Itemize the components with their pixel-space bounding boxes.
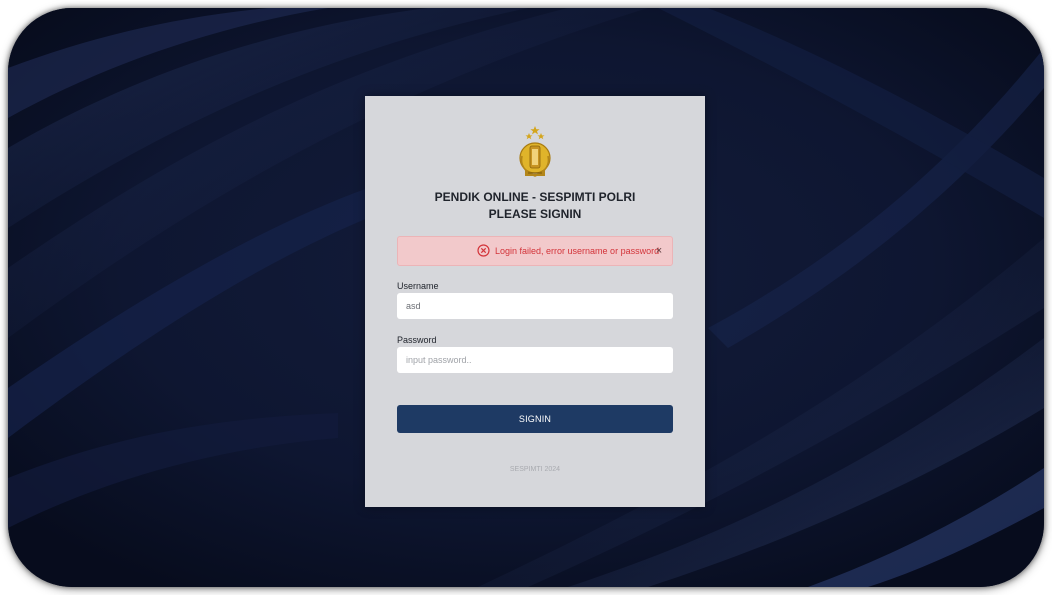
username-label: Username bbox=[397, 281, 439, 291]
alert-message: Login failed, error username or password bbox=[495, 246, 660, 256]
login-card: PENDIK ONLINE - SESPIMTI POLRI PLEASE SI… bbox=[365, 96, 705, 507]
username-input[interactable] bbox=[397, 293, 673, 319]
page-title: PENDIK ONLINE - SESPIMTI POLRI bbox=[434, 190, 636, 204]
signin-button[interactable]: SIGNIN bbox=[397, 405, 673, 433]
police-emblem-icon bbox=[519, 126, 551, 177]
login-error-alert: Login failed, error username or password… bbox=[397, 236, 673, 266]
password-input[interactable] bbox=[397, 347, 673, 373]
error-circle-icon bbox=[477, 244, 490, 257]
page-subtitle: PLEASE SIGNIN bbox=[488, 207, 582, 221]
footer-copyright: SESPIMTI 2024 bbox=[509, 466, 561, 473]
screen-frame: PENDIK ONLINE - SESPIMTI POLRI PLEASE SI… bbox=[8, 8, 1044, 587]
alert-close-button[interactable]: × bbox=[652, 243, 666, 259]
password-label: Password bbox=[397, 335, 437, 345]
